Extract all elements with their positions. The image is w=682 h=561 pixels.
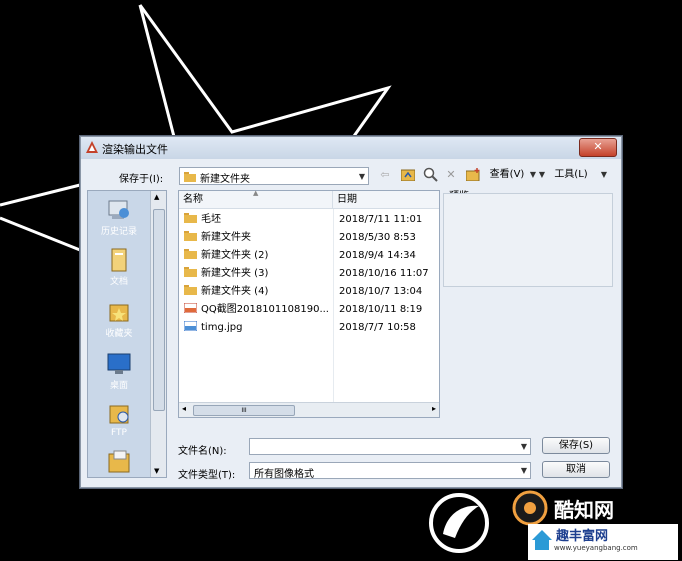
file-row[interactable]: 新建文件夹 (3) 2018/10/16 11:07 [179,265,439,283]
scroll-grip: III [241,407,247,414]
scroll-up-icon[interactable]: ▲ [154,193,159,201]
ftp-icon [109,405,129,424]
hscroll-thumb[interactable]: III [193,405,295,416]
place-label: 桌面 [109,381,128,391]
app-icon [86,141,98,153]
filetype-label: 文件类型(T): [178,470,236,481]
file-name: 新建文件夹 [201,232,251,243]
place-documents[interactable]: 文档 [88,247,150,287]
file-date: 2018/9/4 14:34 [339,250,416,261]
file-date: 2018/7/11 11:01 [339,214,423,225]
tools-chevron-left-icon: ▼ [538,170,546,179]
file-name: 毛坯 [201,214,221,225]
favorites-icon [109,304,129,322]
save-button[interactable]: 保存(S) [542,437,610,454]
current-folder: 新建文件夹 [200,174,250,185]
desktop-icon [107,353,131,374]
file-name: 新建文件夹 (4) [201,286,269,297]
column-header-date[interactable]: 日期 [333,191,439,209]
folder-icon [184,249,197,259]
file-date: 2018/10/11 8:19 [339,304,423,315]
scroll-right-icon[interactable]: ▸ [432,404,436,413]
place-label: 文档 [109,277,128,287]
file-row[interactable]: 新建文件夹 (4) 2018/10/7 13:04 [179,283,439,301]
filename-input[interactable]: ▼ [249,438,531,455]
file-list[interactable]: 名称 ▲ 日期 毛坯 2018/7/11 11:01 新建文件夹 2018/5/… [178,189,440,418]
folder-icon [184,285,197,295]
place-label: FTP [111,428,127,438]
jpg-file-icon [184,321,197,331]
file-row[interactable]: QQ截图2018101108190... 2018/10/11 8:19 [179,301,439,319]
delete-icon[interactable]: ✕ [443,166,459,184]
save-dialog: 渲染输出文件 ✕ 保存于(I): 新建文件夹 ▼ ⇦ ✕ 查看(V) ▼ ▼ 工… [80,136,622,488]
folder-icon [108,450,130,473]
place-label: 历史记录 [100,227,137,237]
watermark-top: 酷知网 [512,488,652,528]
title-bar: 渲染输出文件 ✕ [81,137,621,159]
close-button[interactable]: ✕ [579,138,617,157]
search-icon[interactable] [423,167,438,182]
sort-arrow-icon: ▲ [253,189,259,197]
watermark-url: www.yueyangbang.com [554,544,638,552]
folder-icon [184,172,196,182]
view-menu[interactable]: 查看(V) [487,166,527,184]
file-list-hscrollbar[interactable]: ◂ III ▸ [179,402,439,417]
file-row[interactable]: 新建文件夹 (2) 2018/9/4 14:34 [179,247,439,265]
folder-icon [184,231,197,241]
chevron-down-icon: ▼ [358,172,365,181]
folder-icon [184,267,197,277]
file-name: 新建文件夹 (2) [201,250,269,261]
cancel-button[interactable]: 取消 [542,461,610,478]
file-date: 2018/10/7 13:04 [339,286,423,297]
watermark-text: 酷知网 [554,498,614,522]
filetype-select[interactable]: 所有图像格式 ▼ [249,462,531,480]
tools-chevron-icon[interactable]: ▼ [599,166,609,184]
file-name: QQ截图2018101108190... [201,304,329,315]
save-in-dropdown[interactable]: 新建文件夹 ▼ [179,167,369,185]
scroll-left-icon[interactable]: ◂ [182,404,186,413]
chevron-down-icon[interactable]: ▼ [521,442,527,451]
chevron-down-icon[interactable]: ▼ [521,466,527,475]
back-icon[interactable]: ⇦ [377,166,393,184]
file-date: 2018/7/7 10:58 [339,322,416,333]
dialog-title: 渲染输出文件 [102,143,168,156]
places-bar: 历史记录 文档 收藏夹 桌面 FTP ▲ ▼ [87,190,167,478]
history-icon [108,200,129,219]
new-folder-icon[interactable] [466,168,481,181]
place-favorites[interactable]: 收藏夹 [88,299,150,339]
file-date: 2018/5/30 8:53 [339,232,416,243]
leaf-logo-icon [429,493,489,553]
file-row[interactable]: 毛坯 2018/7/11 11:01 [179,211,439,229]
watermark-bottom: 趣丰富网 www.yueyangbang.com [528,524,678,560]
png-file-icon [184,303,197,313]
filename-label: 文件名(N): [178,446,227,457]
folder-icon [184,213,197,223]
preview-pane [443,193,613,287]
documents-icon [111,248,127,272]
house-icon [532,530,552,550]
place-history[interactable]: 历史记录 [88,197,150,237]
scroll-thumb[interactable] [153,209,165,411]
file-row[interactable]: timg.jpg 2018/7/7 10:58 [179,319,439,337]
file-name: 新建文件夹 (3) [201,268,269,279]
place-folder[interactable] [88,449,150,475]
file-date: 2018/10/16 11:07 [339,268,429,279]
file-name: timg.jpg [201,322,243,333]
place-label: 收藏夹 [105,329,133,339]
watermark-text-2: 趣丰富网 [556,529,609,544]
save-in-label: 保存于(I): [119,174,164,185]
watermark-logo-icon [512,490,548,526]
places-scrollbar[interactable]: ▲ ▼ [150,191,166,477]
place-desktop[interactable]: 桌面 [88,351,150,391]
file-row[interactable]: 新建文件夹 2018/5/30 8:53 [179,229,439,247]
tools-menu[interactable]: 工具(L) [551,166,591,184]
scroll-down-icon[interactable]: ▼ [154,467,159,475]
up-folder-icon[interactable] [401,168,415,181]
place-ftp[interactable]: FTP [88,401,150,438]
filetype-value: 所有图像格式 [254,469,314,480]
